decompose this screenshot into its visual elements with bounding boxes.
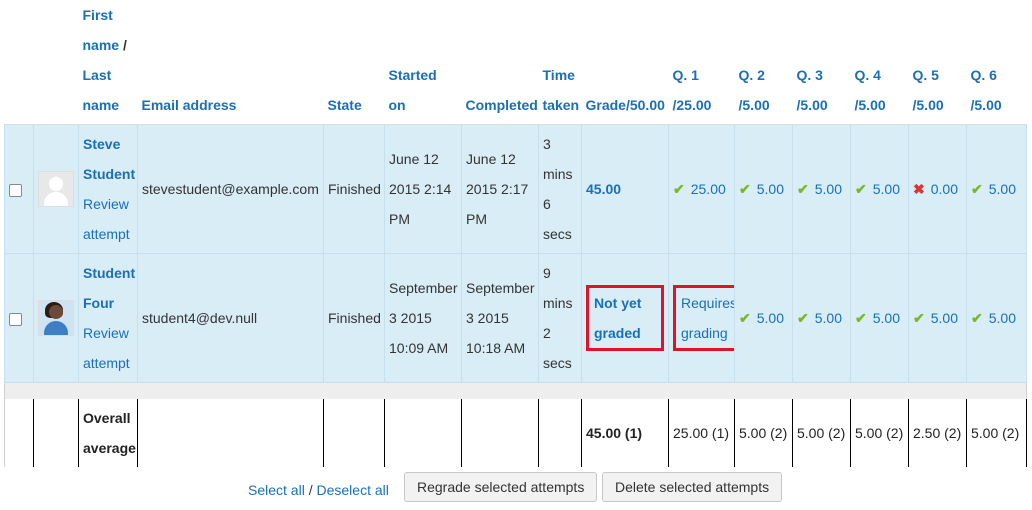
sort-last-name-link[interactable]: Last name	[83, 67, 120, 113]
completed-cell: September 3 2015 10:18 AM	[461, 253, 539, 383]
sort-started-link[interactable]: Started on	[389, 67, 437, 113]
question-mark-link[interactable]: 5.00	[815, 181, 842, 197]
header-picture	[33, 0, 79, 125]
time-taken-cell: 3 mins 6 secs	[538, 124, 582, 254]
check-icon: ✔	[797, 310, 809, 326]
sort-q4-link[interactable]: Q. 4 /5.00	[855, 67, 886, 113]
average-mark: 5.00 (2)	[734, 399, 793, 467]
time-taken-cell: 9 mins 2 secs	[538, 253, 582, 383]
average-mark: 2.50 (2)	[908, 399, 967, 467]
question-mark-link[interactable]: 5.00	[757, 310, 784, 326]
email-cell: student4@dev.null	[137, 253, 324, 383]
question-mark-link[interactable]: 5.00	[757, 181, 784, 197]
state-cell: Finished	[323, 253, 385, 383]
quiz-attempts-table: First name / Last name Email address Sta…	[4, 0, 1027, 467]
question-mark-link[interactable]: 5.00	[931, 310, 958, 326]
table-row: Steve Student Review attempt stevestuden…	[4, 124, 1027, 254]
average-mark: 5.00 (2)	[966, 399, 1027, 467]
sort-q3-link[interactable]: Q. 3 /5.00	[797, 67, 828, 113]
started-cell: September 3 2015 10:09 AM	[384, 253, 462, 383]
question-mark-link[interactable]: 5.00	[815, 310, 842, 326]
table-spacer	[4, 382, 1027, 399]
sort-first-name-link[interactable]: First name	[83, 7, 120, 53]
question-mark-link[interactable]: 0.00	[931, 181, 958, 197]
student-name-link[interactable]: Student Four	[83, 265, 135, 311]
average-grade: 45.00 (1)	[581, 399, 669, 467]
user-avatar[interactable]	[38, 171, 74, 207]
check-icon: ✔	[971, 310, 983, 326]
sort-q5-link[interactable]: Q. 5 /5.00	[913, 67, 944, 113]
sort-email-link[interactable]: Email address	[142, 97, 237, 113]
header-slash: /	[119, 37, 127, 53]
not-yet-graded-link[interactable]: Not yet graded	[586, 285, 664, 351]
question-mark-link[interactable]: 5.00	[989, 181, 1016, 197]
select-separator: /	[304, 482, 317, 498]
check-icon: ✔	[855, 181, 867, 197]
requires-grading-link[interactable]: Requires grading	[673, 285, 734, 351]
table-row: Student Four Review attempt student4@dev…	[4, 253, 1027, 383]
review-attempt-link[interactable]: Review attempt	[83, 325, 130, 371]
sort-q6-link[interactable]: Q. 6 /5.00	[971, 67, 1002, 113]
sort-state-link[interactable]: State	[328, 97, 362, 113]
overall-average-row: Overall average 45.00 (1) 25.00 (1) 5.00…	[4, 399, 1027, 467]
sort-q1-link[interactable]: Q. 1 /25.00	[673, 67, 712, 113]
check-icon: ✔	[739, 310, 751, 326]
header-name: First name / Last name	[78, 0, 138, 125]
completed-cell: June 12 2015 2:17 PM	[461, 124, 539, 254]
deselect-all-link[interactable]: Deselect all	[316, 482, 388, 498]
check-icon: ✔	[739, 181, 751, 197]
check-icon: ✔	[797, 181, 809, 197]
sort-time-taken-link[interactable]: Time taken	[543, 67, 580, 113]
sort-completed-link[interactable]: Completed	[466, 97, 538, 113]
select-all-link[interactable]: Select all	[248, 482, 305, 498]
question-mark-link[interactable]: 5.00	[989, 310, 1016, 326]
check-icon: ✔	[673, 181, 685, 197]
state-cell: Finished	[323, 124, 385, 254]
email-cell: stevestudent@example.com	[137, 124, 324, 254]
question-mark-link[interactable]: 5.00	[873, 181, 900, 197]
student-name-link[interactable]: Steve Student	[83, 136, 135, 182]
select-attempt-checkbox[interactable]	[9, 312, 22, 326]
review-attempt-link[interactable]: Review attempt	[83, 196, 130, 242]
user-avatar[interactable]	[38, 300, 74, 336]
regrade-selected-button[interactable]: Regrade selected attempts	[404, 472, 598, 502]
delete-selected-button[interactable]: Delete selected attempts	[602, 472, 783, 502]
average-mark: 25.00 (1)	[668, 399, 735, 467]
question-mark-link[interactable]: 25.00	[691, 181, 726, 197]
bulk-actions: Select all / Deselect all Regrade select…	[0, 472, 1032, 506]
select-attempt-checkbox[interactable]	[9, 183, 22, 197]
question-mark-link[interactable]: 5.00	[873, 310, 900, 326]
sort-q2-link[interactable]: Q. 2 /5.00	[739, 67, 770, 113]
started-cell: June 12 2015 2:14 PM	[384, 124, 462, 254]
select-links: Select all / Deselect all	[248, 482, 389, 498]
average-mark: 5.00 (2)	[792, 399, 851, 467]
grade-link[interactable]: 45.00	[586, 181, 621, 197]
overall-average-label: Overall average	[78, 399, 138, 467]
cross-icon: ✖	[913, 181, 925, 197]
header-select	[4, 0, 34, 125]
check-icon: ✔	[913, 310, 925, 326]
table-header: First name / Last name Email address Sta…	[4, 0, 1027, 125]
check-icon: ✔	[971, 181, 983, 197]
sort-grade-link[interactable]: Grade/50.00	[586, 97, 665, 113]
average-mark: 5.00 (2)	[850, 399, 909, 467]
check-icon: ✔	[855, 310, 867, 326]
